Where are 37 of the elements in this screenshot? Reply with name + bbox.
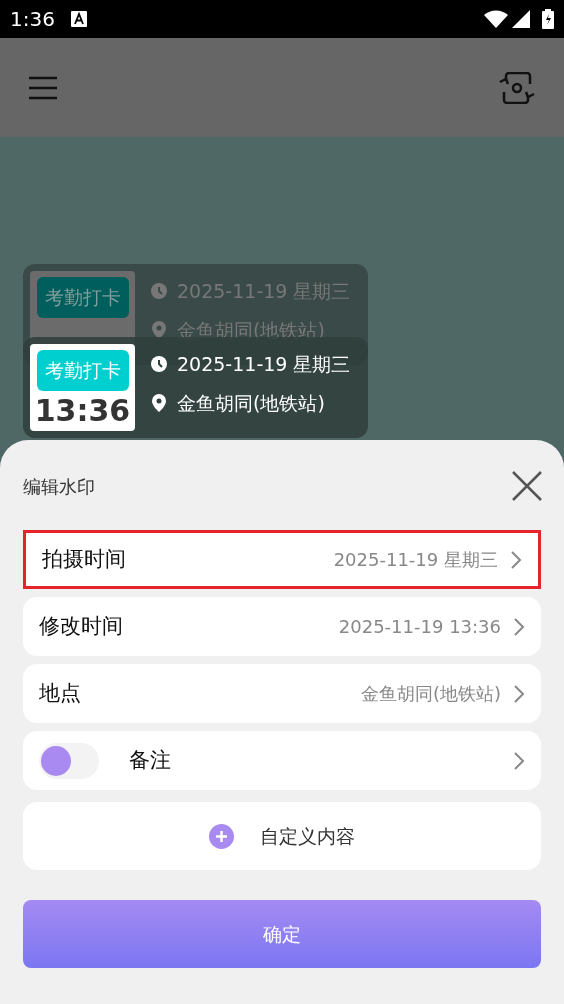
chevron-icon	[513, 750, 525, 771]
add-custom-button[interactable]: 自定义内容	[23, 802, 541, 870]
clock-time: 1:36	[10, 6, 55, 33]
camera-switch-icon[interactable]	[498, 71, 536, 104]
wifi-icon	[484, 10, 508, 28]
battery-icon	[542, 9, 554, 29]
row-label: 修改时间	[39, 612, 123, 640]
signal-icon	[512, 10, 530, 28]
badge-label: 考勤打卡	[36, 277, 129, 318]
location-label: 金鱼胡同(地铁站)	[177, 390, 325, 416]
chevron-icon	[513, 616, 525, 637]
date-label: 2025-11-19 星期三	[177, 352, 351, 377]
time-label: 13:36	[34, 391, 131, 430]
setting-row[interactable]: 拍摄时间 2025-11-19 星期三	[23, 530, 541, 589]
row-value: 2025-11-19 星期三	[333, 548, 498, 572]
sheet-title: 编辑水印	[23, 474, 95, 499]
close-icon[interactable]	[511, 470, 543, 502]
toggle-switch[interactable]	[39, 742, 99, 779]
badge-label: 考勤打卡	[36, 350, 129, 391]
setting-row[interactable]: 修改时间 2025-11-19 13:36	[23, 597, 541, 656]
date-label: 2025-11-19 星期三	[177, 279, 351, 304]
row-label: 拍摄时间	[42, 545, 126, 573]
chevron-icon	[510, 549, 522, 570]
toggle-row[interactable]: 备注	[23, 731, 541, 790]
row-label: 地点	[39, 679, 81, 707]
notification-icon	[70, 11, 87, 27]
row-value: 2025-11-19 13:36	[338, 615, 501, 639]
location-label: 金鱼胡同(地铁站)	[177, 317, 325, 343]
clock-icon	[151, 356, 167, 373]
clock-icon	[151, 283, 167, 300]
chevron-icon	[513, 683, 525, 704]
row-label: 备注	[129, 746, 171, 774]
setting-row[interactable]: 地点 金鱼胡同(地铁站)	[23, 664, 541, 723]
plus-icon	[209, 823, 234, 849]
row-value: 金鱼胡同(地铁站)	[360, 682, 501, 706]
location-pin-icon	[151, 393, 167, 412]
menu-icon[interactable]	[28, 75, 58, 100]
